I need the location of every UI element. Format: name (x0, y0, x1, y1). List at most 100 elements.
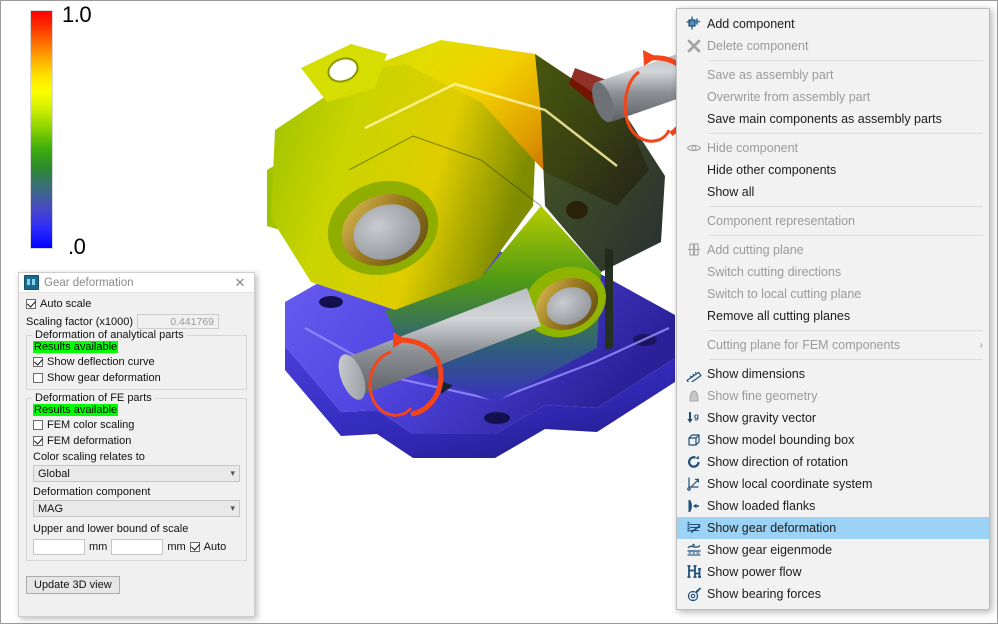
menu-item-label: Save main components as assembly parts (707, 112, 942, 126)
menu-item-label: Delete component (707, 39, 809, 53)
fem-color-scaling-row[interactable]: FEM color scaling (33, 419, 240, 431)
show-gear-deformation-row[interactable]: Show gear deformation (33, 372, 240, 384)
fem-deformation-row[interactable]: FEM deformation (33, 435, 240, 447)
bounds-auto-checkbox[interactable]: Auto (189, 541, 227, 553)
menu-item-show-fine-geometry: Show fine geometry (677, 385, 989, 407)
dialog-titlebar[interactable]: Gear deformation ✕ (19, 273, 254, 293)
checkbox-box (33, 420, 43, 430)
menu-item-label: Show gravity vector (707, 411, 817, 425)
menu-item-switch-cutting-directions: Switch cutting directions (677, 261, 989, 283)
chevron-right-icon: › (979, 339, 983, 351)
menu-item-show-dimensions[interactable]: Show dimensions (677, 363, 989, 385)
menu-item-label: Show gear eigenmode (707, 543, 833, 557)
fe-parts-group: Deformation of FE parts Results availabl… (26, 392, 247, 561)
upper-bound-input[interactable] (111, 539, 164, 555)
menu-separator (709, 206, 983, 207)
menu-item-show-gear-eigenmode[interactable]: Show gear eigenmode (677, 539, 989, 561)
menu-separator (709, 235, 983, 236)
menu-item-label: Save as assembly part (707, 68, 834, 82)
dialog-title: Gear deformation (44, 276, 134, 289)
chevron-down-icon: ▾ (230, 503, 235, 513)
menu-item-label: Switch to local cutting plane (707, 287, 862, 301)
menu-item-show-power-flow[interactable]: Show power flow (677, 561, 989, 583)
delete-component-icon (681, 36, 707, 56)
show-deflection-curve-row[interactable]: Show deflection curve (33, 356, 240, 368)
context-menu[interactable]: Add component Delete component Save as ass… (676, 8, 990, 610)
fe-parts-group-title: Deformation of FE parts (32, 392, 155, 404)
menu-item-label: Show gear deformation (707, 521, 837, 535)
auto-scale-checkbox[interactable]: Auto scale (26, 298, 91, 310)
menu-item-label: Show local coordinate system (707, 477, 873, 491)
menu-item-remove-all-cutting-planes[interactable]: Remove all cutting planes (677, 305, 989, 327)
eye-icon (681, 138, 707, 158)
menu-item-label: Hide other components (707, 163, 837, 177)
close-icon[interactable]: ✕ (229, 276, 251, 289)
scaling-factor-row: Scaling factor (x1000) 0.441769 (26, 314, 247, 329)
checkbox-box (189, 542, 200, 552)
menu-item-label: Remove all cutting planes (707, 309, 851, 323)
scaling-factor-input[interactable]: 0.441769 (137, 314, 219, 329)
bounds-auto-label: Auto (203, 541, 227, 553)
gearbox-3d-model[interactable] (245, 10, 695, 530)
menu-item-label: Hide component (707, 141, 799, 155)
no-icon (681, 65, 707, 85)
scaling-factor-label: Scaling factor (x1000) (26, 315, 133, 328)
deformation-component-select[interactable]: MAG ▾ (33, 500, 240, 517)
fem-color-scaling-checkbox[interactable]: FEM color scaling (33, 419, 134, 431)
fem-deformation-checkbox[interactable]: FEM deformation (33, 435, 131, 447)
lower-bound-input[interactable] (33, 539, 85, 555)
fe-results-status: Results available (33, 404, 119, 416)
cutting-plane-icon (681, 240, 707, 260)
gear-deformation-icon (681, 518, 707, 538)
fine-geometry-icon (681, 386, 707, 406)
checkbox-box (33, 436, 43, 446)
gear-deformation-dialog[interactable]: Gear deformation ✕ Auto scale Scaling fa… (18, 272, 255, 617)
bounds-row: mm mm Auto (33, 539, 240, 555)
menu-item-label: Add cutting plane (707, 243, 804, 257)
loaded-flanks-icon (681, 496, 707, 516)
show-gear-deformation-checkbox[interactable]: Show gear deformation (33, 372, 161, 384)
menu-separator (709, 133, 983, 134)
lower-bound-unit: mm (89, 541, 108, 553)
menu-item-show-direction-of-rotation[interactable]: Show direction of rotation (677, 451, 989, 473)
menu-item-show-gear-deformation[interactable]: Show gear deformation (677, 517, 989, 539)
menu-item-label: Show direction of rotation (707, 455, 849, 469)
menu-item-add-component[interactable]: Add component (677, 13, 989, 35)
menu-item-label: Switch cutting directions (707, 265, 842, 279)
no-icon (681, 160, 707, 180)
auto-scale-label: Auto scale (40, 298, 92, 310)
no-icon (681, 109, 707, 129)
menu-item-show-gravity-vector[interactable]: g Show gravity vector (677, 407, 989, 429)
checkbox-box (26, 299, 36, 309)
no-icon (681, 306, 707, 326)
menu-item-label: Show loaded flanks (707, 499, 816, 513)
bearing-forces-icon (681, 584, 707, 604)
menu-item-show-model-bounding-box[interactable]: Show model bounding box (677, 429, 989, 451)
menu-item-label: Component representation (707, 214, 856, 228)
update-3d-view-button[interactable]: Update 3D view (26, 576, 120, 594)
no-icon (681, 335, 707, 355)
menu-item-hide-other-components[interactable]: Hide other components (677, 159, 989, 181)
coordinate-system-icon (681, 474, 707, 494)
dialog-body: Auto scale Scaling factor (x1000) 0.4417… (19, 293, 254, 594)
menu-separator (709, 359, 983, 360)
menu-item-show-local-coordinate-system[interactable]: Show local coordinate system (677, 473, 989, 495)
deformation-component-label: Deformation component (33, 486, 151, 498)
upper-bound-unit: mm (167, 541, 186, 553)
menu-item-cutting-plane-for-fem-components: Cutting plane for FEM components › (677, 334, 989, 356)
menu-item-save-main-components-as-assembly-parts[interactable]: Save main components as assembly parts (677, 108, 989, 130)
menu-item-label: Add component (707, 17, 795, 31)
menu-item-label: Cutting plane for FEM components (707, 338, 901, 352)
color-legend-bar (30, 10, 53, 249)
show-deflection-curve-checkbox[interactable]: Show deflection curve (33, 356, 155, 368)
legend-max-label: 1.0 (62, 2, 92, 27)
menu-item-show-all[interactable]: Show all (677, 181, 989, 203)
analytical-results-status: Results available (33, 341, 119, 353)
menu-item-show-loaded-flanks[interactable]: Show loaded flanks (677, 495, 989, 517)
color-scaling-select[interactable]: Global ▾ (33, 465, 240, 482)
no-icon (681, 284, 707, 304)
gravity-vector-icon: g (681, 408, 707, 428)
menu-item-show-bearing-forces[interactable]: Show bearing forces (677, 583, 989, 605)
auto-scale-checkbox-row[interactable]: Auto scale (26, 298, 247, 310)
menu-item-add-cutting-plane: Add cutting plane (677, 239, 989, 261)
